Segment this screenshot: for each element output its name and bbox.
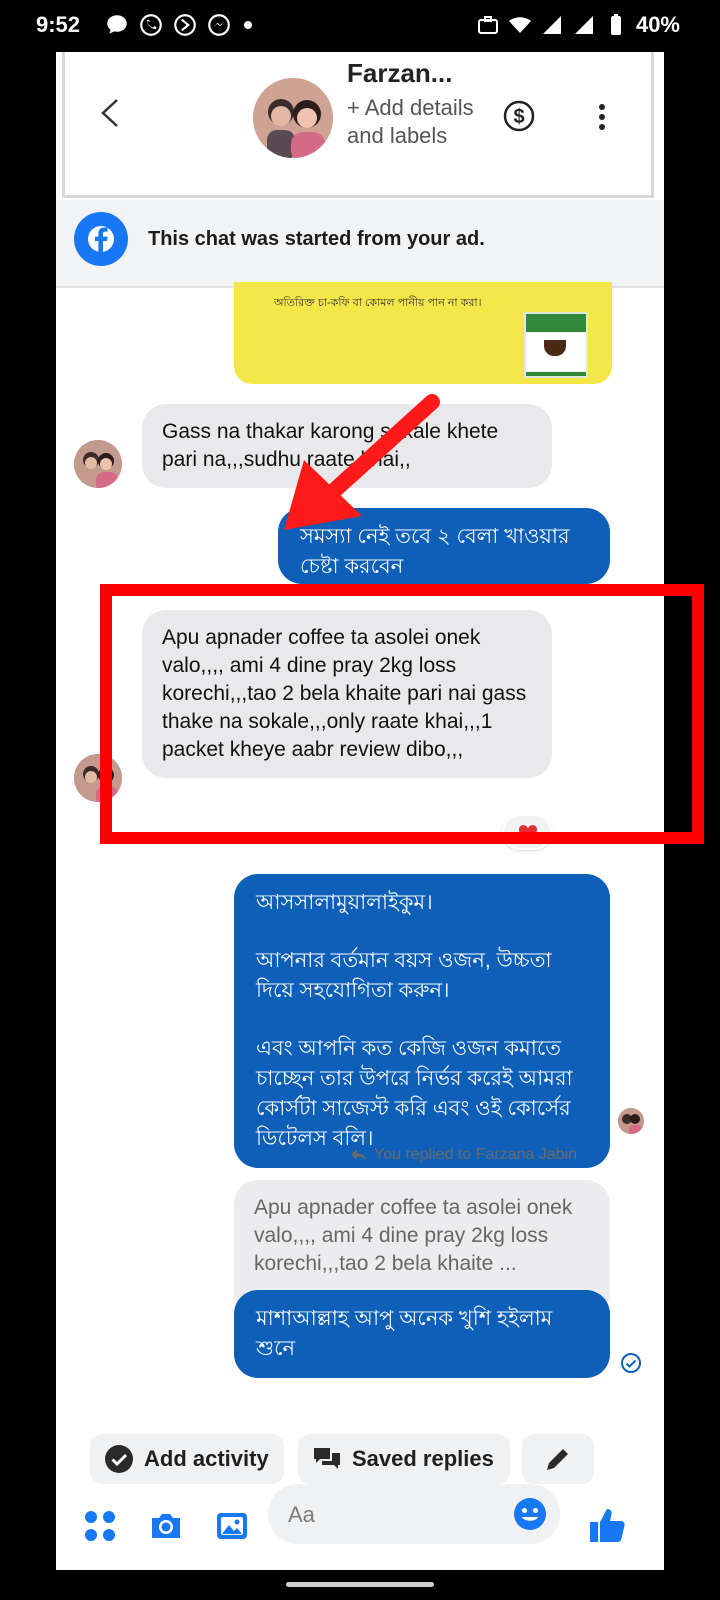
add-activity-label: Add activity [144,1446,269,1471]
chat-bubble-icon [107,15,127,34]
message-input[interactable]: Aa [268,1484,560,1544]
message-paragraph: এবং আপনি কত কেজি ওজন কমাতে চাচ্ছেন তার উ… [256,1037,573,1150]
seen-avatar [618,1108,644,1134]
sender-avatar[interactable] [74,440,122,488]
svg-text:$: $ [513,106,524,128]
emoji-icon[interactable] [512,1496,548,1532]
contact-name[interactable]: Farzan... [347,58,452,89]
ad-origin-text: This chat was started from your ad. [148,228,485,250]
more-options-icon[interactable] [597,104,607,130]
message-paragraph: আসসালামুয়ালাইকুম। [256,891,433,914]
status-bar: 9:52 40% [0,0,720,52]
thumbs-up-icon[interactable] [586,1504,628,1546]
ad-origin-banner: This chat was started from your ad. [56,200,664,288]
battery-icon [610,14,621,35]
gesture-nav-handle[interactable] [286,1582,434,1587]
work-profile-icon [477,16,498,34]
back-arrow-icon[interactable] [99,98,121,128]
signal-icon [542,16,561,34]
pencil-icon [547,1449,568,1470]
message-input-placeholder: Aa [288,1502,315,1527]
reply-context: You replied to Farzana Jabin [350,1146,577,1164]
saved-replies-label: Saved replies [352,1446,494,1471]
green-coffee-package [524,312,588,378]
delivered-check-icon [621,1353,641,1373]
check-circle-icon [105,1445,133,1473]
apps-grid-icon[interactable] [82,1508,118,1544]
ad-image[interactable]: অতিরিক্ত চা-কফি বা কোমল পানীয় পান না কর… [234,282,612,384]
system-icons: 40% [476,12,680,38]
add-activity-button[interactable]: Add activity [90,1434,284,1484]
add-details-link[interactable]: + Add details and labels [347,94,477,150]
quoted-text: Apu apnader coffee ta asolei onek valo,,… [254,1196,573,1275]
whatsapp-icon [140,14,162,36]
reply-arrow-icon [351,1149,367,1162]
outgoing-message[interactable]: আসসালামুয়ালাইকুম। আপনার বর্তমান বয়স ওজ… [234,874,610,1168]
saved-replies-icon [314,1448,340,1469]
ad-image-caption: অতিরিক্ত চা-কফি বা কোমল পানীয় পান না কর… [274,297,482,309]
viber-icon [174,14,196,36]
edit-button[interactable] [522,1434,594,1484]
reply-context-text: You replied to Farzana Jabin [374,1146,578,1163]
signal-icon-2 [574,16,593,34]
quoted-message[interactable]: Apu apnader coffee ta asolei onek valo,,… [234,1180,610,1300]
message-text: মাশাআল্লাহ আপু অনেক খুশি হইলাম শুনে [256,1307,553,1360]
wifi-icon [508,17,531,33]
message-paragraph: আপনার বর্তমান বয়স ওজন, উচ্চতা দিয়ে সহয… [256,949,552,1002]
more-notifications-dot [244,21,252,29]
outgoing-message[interactable]: মাশাআল্লাহ আপু অনেক খুশি হইলাম শুনে [234,1290,610,1378]
camera-icon[interactable] [148,1508,184,1544]
phone-screen: 9:52 40% Farzan... + Add details and lab… [0,0,720,1600]
payment-dollar-icon[interactable]: $ [503,100,535,132]
gallery-icon[interactable] [214,1508,250,1544]
saved-replies-button[interactable]: Saved replies [298,1434,510,1484]
battery-percent: 40% [635,12,680,37]
conversation-header: Farzan... + Add details and labels $ [62,52,654,198]
facebook-icon [74,212,128,266]
contact-avatar[interactable] [253,78,333,158]
messenger-icon [208,14,230,36]
red-arrow-annotation [284,394,440,530]
status-time: 9:52 [36,12,81,37]
highlight-box [100,584,704,844]
notification-icons [104,12,252,38]
